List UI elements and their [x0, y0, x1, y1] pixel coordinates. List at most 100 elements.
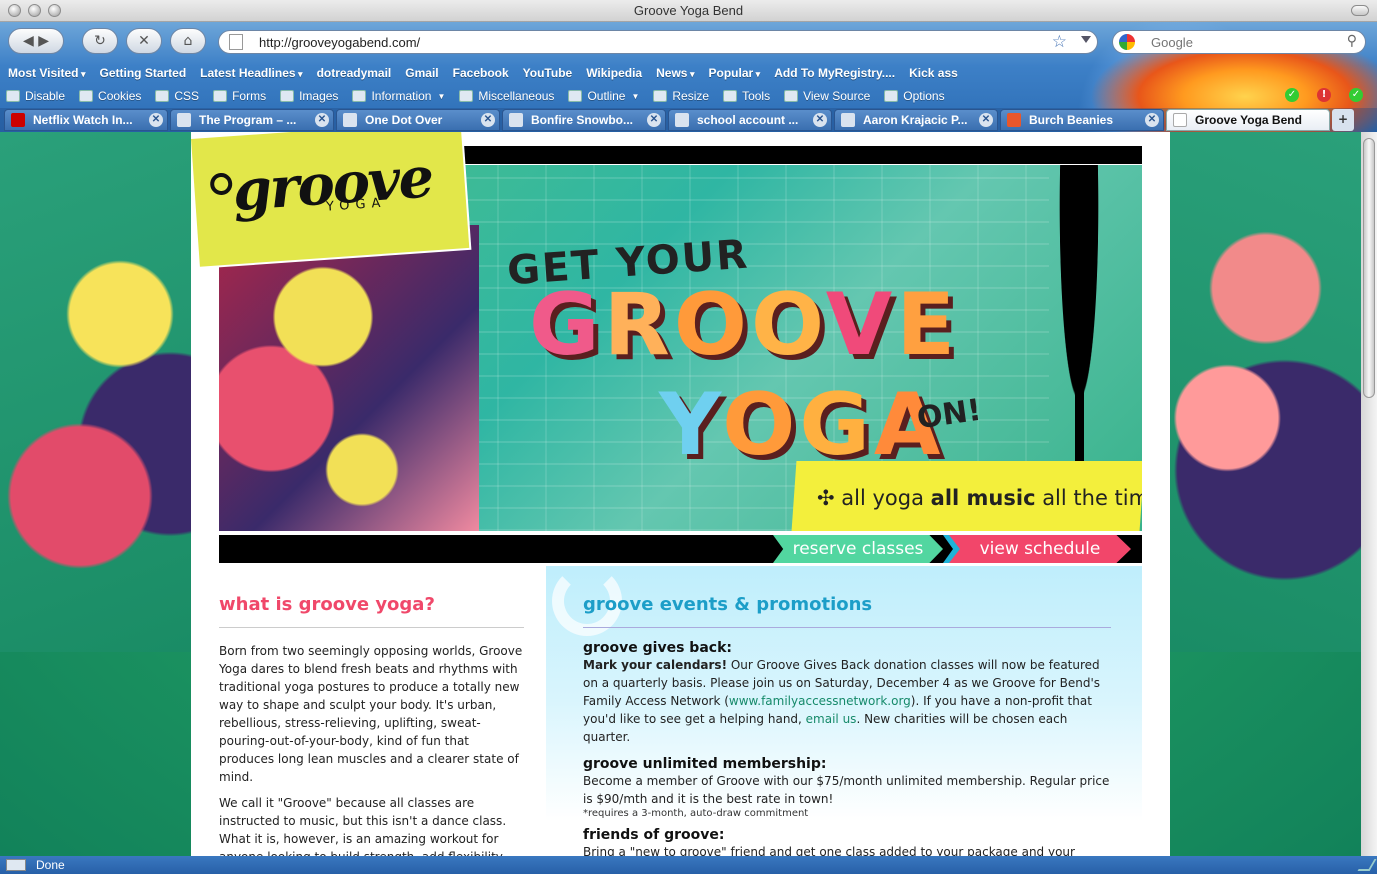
email-us-link[interactable]: email us [806, 712, 857, 726]
bookmark-latest-headlines[interactable]: Latest Headlines [200, 66, 302, 80]
toolbar-status-icons: ✓ ! ✓ [1285, 88, 1363, 102]
event-emphasis: Mark your calendars! [583, 658, 728, 672]
site-logo[interactable]: groove YOGA [191, 132, 470, 267]
close-icon[interactable]: ✕ [647, 113, 661, 127]
resize-grip-icon[interactable] [1357, 859, 1377, 871]
error-icon[interactable]: ! [1317, 88, 1331, 102]
event-text: Become a member of Groove with our $75/m… [583, 774, 1110, 806]
minimize-window-button[interactable] [28, 4, 41, 17]
bookmark-kick-ass[interactable]: Kick ass [909, 66, 958, 80]
tab-aaron[interactable]: Aaron Krajacic P... ✕ [834, 109, 998, 131]
close-icon[interactable]: ✕ [481, 113, 495, 127]
back-arrow-icon[interactable]: ◀ [23, 33, 34, 49]
netflix-icon [11, 113, 25, 127]
devtool-miscellaneous[interactable]: Miscellaneous [459, 89, 554, 103]
devtool-label: Cookies [98, 89, 142, 103]
devtool-disable[interactable]: Disable [6, 89, 65, 103]
tab-label: Groove Yoga Bend [1195, 113, 1302, 127]
about-paragraph-2: We call it "Groove" because all classes … [219, 796, 507, 856]
forward-arrow-icon[interactable]: ▶ [38, 33, 49, 49]
check-icon[interactable]: ✓ [1349, 88, 1363, 102]
url-bar[interactable]: http://grooveyogabend.com/ ☆ [218, 30, 1098, 54]
bookmark-wikipedia[interactable]: Wikipedia [586, 66, 642, 80]
chevron-down-icon[interactable] [1081, 36, 1091, 43]
event-footnote: *requires a 3-month, auto-draw commitmen… [583, 808, 809, 819]
tools-icon [723, 90, 738, 102]
bookmark-facebook[interactable]: Facebook [453, 66, 509, 80]
devtool-cookies[interactable]: Cookies [79, 89, 141, 103]
header-bar [462, 146, 1142, 164]
tab-label: Bonfire Snowbo... [531, 113, 633, 127]
tab-strip: Netflix Watch In... ✕ The Program – ... ✕ … [0, 108, 1377, 132]
tab-one-dot-over[interactable]: One Dot Over ✕ [336, 109, 500, 131]
close-icon[interactable]: ✕ [979, 113, 993, 127]
tab-netflix[interactable]: Netflix Watch In... ✕ [4, 109, 168, 131]
bookmark-dotreadymail[interactable]: dotreadymail [317, 66, 392, 80]
tab-the-program[interactable]: The Program – ... ✕ [170, 109, 334, 131]
bookmark-gmail[interactable]: Gmail [405, 66, 438, 80]
banner-groove: GROOVE [529, 275, 960, 375]
tagline: ✣ all yoga all music all the time [817, 486, 1142, 510]
tab-groove-yoga[interactable]: Groove Yoga Bend [1166, 109, 1330, 131]
devtool-options[interactable]: Options [884, 89, 945, 103]
page-icon [343, 113, 357, 127]
close-icon[interactable]: ✕ [149, 113, 163, 127]
zoom-window-button[interactable] [48, 4, 61, 17]
misc-icon [459, 90, 474, 102]
ok-icon[interactable]: ✓ [1285, 88, 1299, 102]
reserve-classes-button[interactable]: reserve classes [773, 535, 943, 563]
devtool-tools[interactable]: Tools [723, 89, 770, 103]
bookmarks-toolbar: Most Visited Getting Started Latest Head… [0, 62, 1000, 84]
toolbar-toggle-button[interactable] [1351, 5, 1369, 16]
search-input[interactable] [1151, 34, 1331, 51]
bookmark-news[interactable]: News [656, 66, 694, 80]
home-button[interactable]: ⌂ [170, 28, 206, 54]
navigation-toolbar: ◀ ▶ ↻ ✕ ⌂ http://grooveyogabend.com/ ☆ ⚲ [0, 28, 1377, 56]
resize-icon [653, 90, 668, 102]
tab-label: Aaron Krajacic P... [863, 113, 968, 127]
status-icon [6, 859, 26, 871]
new-tab-button[interactable]: + [1332, 109, 1354, 131]
url-text[interactable]: http://grooveyogabend.com/ [259, 35, 420, 50]
close-icon[interactable]: ✕ [813, 113, 827, 127]
devtool-label: View Source [803, 89, 871, 103]
bookmark-getting-started[interactable]: Getting Started [100, 66, 187, 80]
web-developer-toolbar: Disable Cookies CSS Forms Images Informa… [0, 85, 1377, 107]
star-icon[interactable]: ☆ [1052, 32, 1067, 52]
close-window-button[interactable] [8, 4, 21, 17]
family-access-link[interactable]: www.familyaccessnetwork.org [729, 694, 911, 708]
scrollbar-thumb[interactable] [1363, 138, 1375, 398]
site-container: GET YOUR GROOVE YOGA ON! ✣ all yoga all … [191, 132, 1170, 856]
devtool-view-source[interactable]: View Source [784, 89, 870, 103]
devtool-label: CSS [174, 89, 200, 103]
google-icon[interactable] [1119, 34, 1135, 50]
tab-bonfire[interactable]: Bonfire Snowbo... ✕ [502, 109, 666, 131]
bookmark-most-visited[interactable]: Most Visited [8, 66, 86, 80]
close-icon[interactable]: ✕ [315, 113, 329, 127]
reload-button[interactable]: ↻ [82, 28, 118, 54]
devtool-resize[interactable]: Resize [653, 89, 709, 103]
page-icon [509, 113, 523, 127]
devtool-information[interactable]: Information ▼ [352, 89, 445, 103]
devtool-images[interactable]: Images [280, 89, 338, 103]
info-icon [352, 90, 367, 102]
tab-burch-beanies[interactable]: Burch Beanies ✕ [1000, 109, 1164, 131]
vertical-scrollbar[interactable] [1361, 132, 1377, 856]
tab-label: The Program – ... [199, 113, 297, 127]
bookmark-popular[interactable]: Popular [709, 66, 761, 80]
search-box[interactable]: ⚲ [1112, 30, 1366, 54]
devtool-css[interactable]: CSS [155, 89, 199, 103]
devtool-label: Options [903, 89, 945, 103]
magnifier-icon[interactable]: ⚲ [1347, 33, 1357, 49]
status-text: Done [36, 858, 65, 872]
tab-school-account[interactable]: school account ... ✕ [668, 109, 832, 131]
bookmark-myregistry[interactable]: Add To MyRegistry.... [774, 66, 895, 80]
devtool-outline[interactable]: Outline ▼ [568, 89, 639, 103]
tagline-part: all yoga [841, 486, 931, 510]
bookmark-youtube[interactable]: YouTube [523, 66, 573, 80]
close-icon[interactable]: ✕ [1145, 113, 1159, 127]
devtool-forms[interactable]: Forms [213, 89, 266, 103]
stop-button[interactable]: ✕ [126, 28, 162, 54]
tab-label: Burch Beanies [1029, 113, 1114, 127]
view-schedule-button[interactable]: view schedule [949, 535, 1131, 563]
